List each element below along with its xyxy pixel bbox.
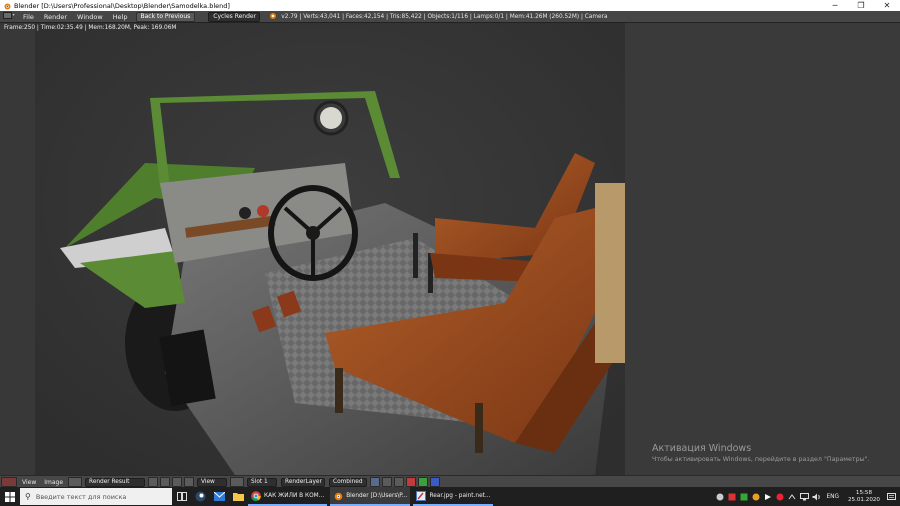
- taskbar-app-blender[interactable]: Blender [D:\Users\P...: [330, 487, 411, 506]
- draw-channels-icon[interactable]: [370, 477, 381, 487]
- unlink-image-icon[interactable]: [172, 477, 183, 487]
- red-channel-icon[interactable]: [406, 477, 417, 487]
- blender-logo-small-icon: [269, 12, 277, 22]
- clock-time: 15:58: [855, 489, 873, 496]
- chrome-icon: [251, 490, 261, 501]
- image-name-field[interactable]: Render Result: [85, 477, 146, 487]
- close-button[interactable]: ✕: [874, 0, 900, 11]
- window-title: Blender [D:\Users\Professional\Desktop\B…: [14, 1, 230, 10]
- tray-red-app-icon[interactable]: [727, 492, 737, 502]
- mail-icon[interactable]: [210, 487, 229, 506]
- taskbar-search-box[interactable]: ⚲ Введите текст для поиска: [20, 488, 172, 505]
- windows-logo-icon: [5, 491, 15, 502]
- notifications-icon[interactable]: [886, 492, 896, 502]
- menu-file[interactable]: File: [18, 13, 39, 21]
- taskbar-app-label: КАК ЖИЛИ В КОМ...: [264, 492, 325, 499]
- paintnet-icon: [416, 490, 427, 501]
- window-titlebar: Blender [D:\Users\Professional\Desktop\B…: [0, 0, 900, 11]
- network-icon[interactable]: [799, 492, 809, 502]
- system-tray: ENG 15:58 25.01.2020: [714, 487, 900, 506]
- volume-icon[interactable]: [811, 492, 821, 502]
- task-view-icon[interactable]: [172, 487, 191, 506]
- search-icon: ⚲: [25, 492, 31, 501]
- editor-type-icon[interactable]: [0, 12, 18, 21]
- blue-channel-icon[interactable]: [430, 477, 441, 487]
- blender-logo-icon: [3, 2, 11, 10]
- menu-image[interactable]: Image: [40, 479, 67, 486]
- start-button[interactable]: [0, 487, 20, 506]
- empty-panel-area: [625, 23, 900, 475]
- menu-render[interactable]: Render: [39, 13, 72, 21]
- file-explorer-icon[interactable]: [229, 487, 248, 506]
- chevron-up-icon[interactable]: [787, 492, 797, 502]
- new-image-icon[interactable]: [160, 477, 171, 487]
- taskbar-clock[interactable]: 15:58 25.01.2020: [848, 490, 880, 504]
- tray-antivirus-icon[interactable]: [775, 492, 785, 502]
- render-pass-select[interactable]: Combined: [329, 477, 368, 487]
- render-engine-select[interactable]: Cycles Render: [208, 11, 261, 22]
- windows-activation-watermark: Активация Windows Чтобы активировать Win…: [652, 443, 869, 463]
- blender-icon: [334, 492, 343, 500]
- tray-orange-app-icon[interactable]: [751, 492, 761, 502]
- image-editor-viewport[interactable]: Frame:250 | Time:02:35.49 | Mem:168.20M,…: [0, 23, 900, 475]
- windows-taskbar: ⚲ Введите текст для поиска КАК ЖИЛИ В КО…: [0, 487, 900, 506]
- view-mode-icon[interactable]: [230, 477, 245, 487]
- watermark-title: Активация Windows: [652, 443, 752, 454]
- slot-select[interactable]: Slot 1: [247, 477, 278, 487]
- taskbar-app-paintnet[interactable]: Rear.jpg - paint.net...: [413, 487, 494, 506]
- clock-date: 25.01.2020: [847, 496, 880, 503]
- taskbar-app-label: Rear.jpg - paint.net...: [429, 492, 491, 499]
- back-to-previous-button[interactable]: Back to Previous: [135, 11, 196, 22]
- green-channel-icon[interactable]: [418, 477, 429, 487]
- tray-steam-icon[interactable]: [715, 492, 725, 502]
- paint-icon[interactable]: [394, 477, 405, 487]
- render-result-image: [35, 23, 625, 475]
- scene-stats: v2.79 | Verts:43,041 | Faces:42,154 | Tr…: [281, 13, 608, 20]
- input-language[interactable]: ENG: [826, 494, 839, 500]
- image-browse-icon[interactable]: [68, 477, 83, 487]
- menu-view[interactable]: View: [18, 479, 40, 486]
- menu-window[interactable]: Window: [72, 13, 108, 21]
- render-frame-info: Frame:250 | Time:02:35.49 | Mem:168.20M,…: [4, 25, 177, 31]
- watermark-subtitle: Чтобы активировать Windows, перейдите в …: [652, 456, 870, 463]
- search-placeholder: Введите текст для поиска: [35, 492, 127, 501]
- info-header: File Render Window Help Back to Previous…: [0, 11, 900, 23]
- tray-media-icon[interactable]: [763, 492, 773, 502]
- menu-help[interactable]: Help: [108, 13, 133, 21]
- scope-icon[interactable]: [382, 477, 393, 487]
- editor-type-image-icon[interactable]: [1, 477, 17, 487]
- view-mode-select[interactable]: View: [197, 477, 228, 487]
- fake-user-icon[interactable]: [148, 477, 159, 487]
- minimize-button[interactable]: ─: [822, 0, 848, 11]
- rendered-car-scene: [35, 23, 625, 475]
- pin-icon[interactable]: [184, 477, 195, 487]
- steam-icon[interactable]: [191, 487, 210, 506]
- render-layer-select[interactable]: RenderLayer: [281, 477, 326, 487]
- taskbar-app-label: Blender [D:\Users\P...: [346, 492, 408, 499]
- maximize-button[interactable]: ❐: [848, 0, 874, 11]
- tray-green-app-icon[interactable]: [739, 492, 749, 502]
- taskbar-app-chrome[interactable]: КАК ЖИЛИ В КОМ...: [248, 487, 328, 506]
